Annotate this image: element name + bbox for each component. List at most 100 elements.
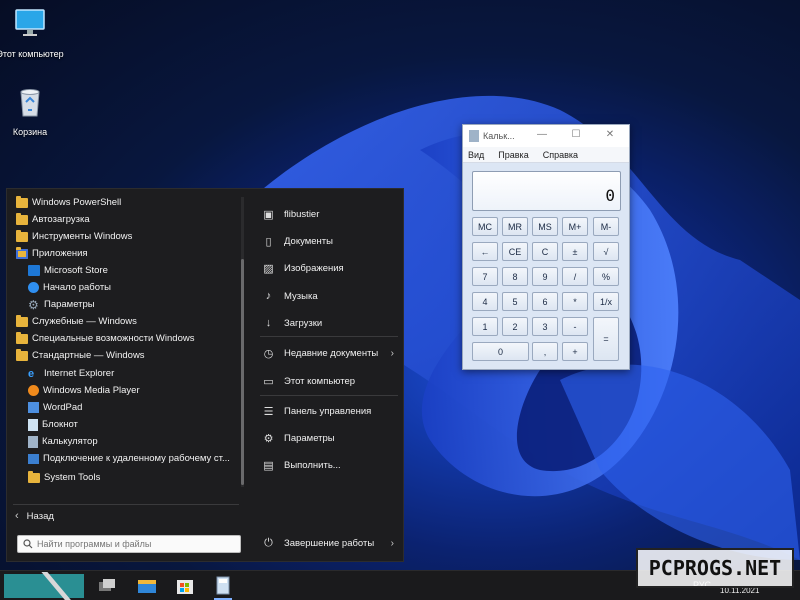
folder-icon <box>16 331 28 344</box>
shutdown-label: Завершение работы <box>284 537 375 549</box>
key-3[interactable]: 3 <box>532 317 558 336</box>
program-item-accessibility[interactable]: Специальные возможности Windows <box>16 330 194 347</box>
divider <box>13 504 239 505</box>
place-item-settings[interactable]: ⚙ Параметры <box>262 428 402 448</box>
programs-scrollbar[interactable] <box>241 197 244 487</box>
program-item-remote-desktop[interactable]: Подключение к удаленному рабочему ст... <box>28 450 230 467</box>
calculator-menubar: Вид Правка Справка <box>463 147 629 163</box>
program-item-media-player[interactable]: Windows Media Player <box>28 382 140 399</box>
place-item-user[interactable]: ▣ flibustier <box>262 204 402 224</box>
program-item-internet-explorer[interactable]: e Internet Explorer <box>28 365 114 382</box>
minimize-icon[interactable]: — <box>535 129 549 140</box>
key-9[interactable]: 9 <box>532 267 558 286</box>
key-plus-minus[interactable]: ± <box>562 242 588 261</box>
key-mc[interactable]: MC <box>472 217 498 236</box>
back-button[interactable]: ‹ Назад <box>15 507 54 525</box>
taskbar-file-explorer[interactable] <box>136 575 158 597</box>
key-decimal[interactable]: , <box>532 342 558 361</box>
key-backspace[interactable]: ← <box>472 242 498 261</box>
key-2[interactable]: 2 <box>502 317 528 336</box>
program-label: Инструменты Windows <box>32 231 133 242</box>
place-label: Выполнить... <box>284 459 341 471</box>
taskbar-store[interactable] <box>174 575 196 597</box>
taskbar-calculator[interactable] <box>212 575 234 600</box>
key-7[interactable]: 7 <box>472 267 498 286</box>
program-label: Приложения <box>32 248 88 259</box>
key-minus[interactable]: - <box>562 317 588 336</box>
place-item-documents[interactable]: ▯ Документы <box>262 231 402 251</box>
place-item-downloads[interactable]: ↓ Загрузки <box>262 313 402 333</box>
search-icon <box>23 539 33 549</box>
file-explorer-icon <box>138 580 156 593</box>
calculator-app-icon <box>469 130 479 142</box>
place-item-pictures[interactable]: ▨ Изображения <box>262 258 402 278</box>
program-label: Начало работы <box>43 282 112 293</box>
search-input[interactable] <box>37 539 227 549</box>
close-icon[interactable]: ✕ <box>603 129 617 140</box>
desktop-icon-recycle-bin[interactable]: Корзина <box>0 84 65 138</box>
key-m-minus[interactable]: M- <box>593 217 619 236</box>
key-multiply[interactable]: * <box>562 292 588 311</box>
program-item-notepad[interactable]: Блокнот <box>28 416 78 433</box>
program-item-accessories[interactable]: Стандартные — Windows <box>16 347 145 364</box>
internet-explorer-icon: e <box>28 367 35 380</box>
place-item-recent[interactable]: ◷ Недавние документы › <box>262 343 402 363</box>
calculator-titlebar[interactable]: Кальк... — ☐ ✕ <box>463 125 629 147</box>
program-item-settings[interactable]: ⚙ Параметры <box>28 296 95 313</box>
program-item-apps[interactable]: Приложения <box>16 245 88 262</box>
program-item-calculator[interactable]: Калькулятор <box>28 433 98 450</box>
program-item-wordpad[interactable]: WordPad <box>28 399 82 416</box>
program-label: Windows PowerShell <box>32 197 122 208</box>
place-item-run[interactable]: ▤ Выполнить... <box>262 455 402 475</box>
computer-icon: ▭ <box>263 375 274 388</box>
key-ce[interactable]: CE <box>502 242 528 261</box>
program-item-windows-tools[interactable]: Инструменты Windows <box>16 228 132 245</box>
place-item-this-pc[interactable]: ▭ Этот компьютер <box>262 371 402 391</box>
folder-icon <box>16 212 28 225</box>
menu-help[interactable]: Справка <box>543 150 578 160</box>
key-4[interactable]: 4 <box>472 292 498 311</box>
key-1[interactable]: 1 <box>472 317 498 336</box>
program-item-system[interactable]: Служебные — Windows <box>16 313 137 330</box>
key-percent[interactable]: % <box>593 267 619 286</box>
key-5[interactable]: 5 <box>502 292 528 311</box>
menu-edit[interactable]: Правка <box>498 150 528 160</box>
key-reciprocal[interactable]: 1/x <box>593 292 619 311</box>
program-item-microsoft-store[interactable]: Microsoft Store <box>28 262 108 279</box>
key-c[interactable]: C <box>532 242 558 261</box>
key-sqrt[interactable]: √ <box>593 242 619 261</box>
key-mr[interactable]: MR <box>502 217 528 236</box>
menu-view[interactable]: Вид <box>468 150 484 160</box>
key-divide[interactable]: / <box>562 267 588 286</box>
folder-icon <box>16 314 28 327</box>
task-view-icon <box>99 579 115 591</box>
program-item-system-tools[interactable]: System Tools <box>28 469 100 486</box>
key-m-plus[interactable]: M+ <box>562 217 588 236</box>
program-item-get-started[interactable]: Начало работы <box>28 279 111 296</box>
get-started-icon <box>28 282 39 293</box>
taskbar-task-view[interactable] <box>96 575 118 597</box>
scrollbar-thumb[interactable] <box>241 259 244 485</box>
shutdown-button[interactable]: ⏻ Завершение работы › <box>262 533 402 553</box>
desktop-icon-this-pc[interactable]: Этот компьютер <box>0 6 65 60</box>
program-item-startup[interactable]: Автозагрузка <box>16 211 90 228</box>
key-0[interactable]: 0 <box>472 342 529 361</box>
key-8[interactable]: 8 <box>502 267 528 286</box>
place-item-music[interactable]: ♪ Музыка <box>262 286 402 306</box>
key-6[interactable]: 6 <box>532 292 558 311</box>
key-equals[interactable]: = <box>593 317 619 361</box>
place-label: Изображения <box>284 262 344 274</box>
recycle-bin-icon <box>20 89 40 117</box>
place-item-control-panel[interactable]: ☰ Панель управления <box>262 401 402 421</box>
folder-icon <box>16 348 28 361</box>
program-item-powershell[interactable]: Windows PowerShell <box>16 194 121 211</box>
maximize-icon[interactable]: ☐ <box>569 129 583 140</box>
key-plus[interactable]: + <box>562 342 588 361</box>
start-button[interactable] <box>4 572 84 600</box>
search-box[interactable] <box>17 535 241 553</box>
start-logo-icon <box>41 572 73 600</box>
key-ms[interactable]: MS <box>532 217 558 236</box>
watermark: PCPROGS.NET <box>636 548 794 588</box>
program-label: Microsoft Store <box>44 265 108 276</box>
folder-icon <box>28 470 40 483</box>
